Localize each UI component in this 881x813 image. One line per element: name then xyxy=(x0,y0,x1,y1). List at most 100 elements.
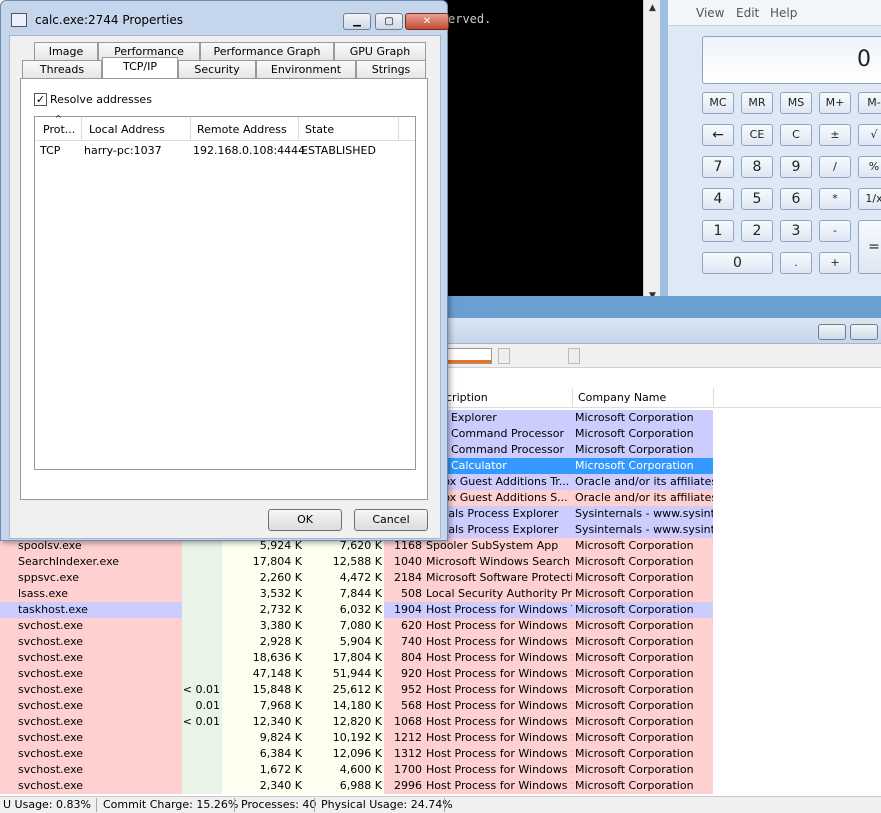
status-bar: U Usage: 0.83% Commit Charge: 15.26% Pro… xyxy=(0,796,881,813)
table-row[interactable]: svchost.exe 9,824 K 10,192 K 1212 Host Proce… xyxy=(0,730,881,746)
calc-key[interactable]: = xyxy=(858,220,881,274)
table-row[interactable]: svchost.exe 1,672 K 4,600 K 1700 Host Proces… xyxy=(0,762,881,778)
tab-gpu-graph[interactable]: GPU Graph xyxy=(334,42,426,60)
table-row[interactable]: svchost.exe 6,384 K 12,096 K 1312 Host Proce… xyxy=(0,746,881,762)
console-scrollbar[interactable]: ▲ ▼ xyxy=(643,0,660,305)
tab-strings[interactable]: Strings xyxy=(356,60,426,78)
table-row[interactable]: svchost.exe 47,148 K 51,944 K 920 Host Proce… xyxy=(0,666,881,682)
resolve-addresses-checkbox[interactable]: ✓ xyxy=(34,93,47,106)
calc-key[interactable]: M- xyxy=(858,92,881,114)
table-row[interactable]: svchost.exe 3,380 K 7,080 K 620 Host Process… xyxy=(0,618,881,634)
minimize-button[interactable] xyxy=(818,324,846,340)
table-row[interactable]: taskhost.exe 2,732 K 6,032 K 1904 Host Proce… xyxy=(0,602,881,618)
working-set-cell: 7,080 K xyxy=(304,618,384,634)
col-description[interactable]: cription xyxy=(446,391,488,404)
calc-key[interactable]: - xyxy=(819,220,851,242)
tab-tcpip[interactable]: TCP/IP xyxy=(102,57,178,78)
tab-environment[interactable]: Environment xyxy=(256,60,356,78)
calc-key[interactable]: MC xyxy=(702,92,734,114)
calc-key[interactable]: 6 xyxy=(780,188,812,210)
calc-key[interactable]: M+ xyxy=(819,92,851,114)
check-icon: ✓ xyxy=(35,93,46,106)
calc-key[interactable]: 5 xyxy=(741,188,773,210)
company-cell: Microsoft Corporation xyxy=(572,538,713,554)
calculator-window[interactable]: View Edit Help 0 MC MR MS M+ M- ← CE C ± √ 7 8 9 /% 4 5… xyxy=(660,0,881,296)
process-name: svchost.exe xyxy=(0,730,182,746)
calc-key[interactable]: C xyxy=(780,124,812,146)
company-cell: Microsoft Corporation xyxy=(572,730,713,746)
pid-cell: 952 xyxy=(384,682,424,698)
display-value: 0 xyxy=(857,47,871,72)
scroll-up-icon[interactable]: ▲ xyxy=(644,0,661,17)
console-window[interactable]: erved. ▲ ▼ xyxy=(440,0,660,305)
tab-image[interactable]: Image xyxy=(34,42,98,60)
tab-performance-graph[interactable]: Performance Graph xyxy=(200,42,334,60)
connections-list[interactable]: Prot... ^ Local Address Remote Address S… xyxy=(34,114,416,470)
cpu-graph[interactable] xyxy=(446,348,492,364)
calc-key[interactable]: / xyxy=(819,156,851,178)
table-row[interactable]: sppsvc.exe 2,260 K 4,472 K 2184 Microsoft So… xyxy=(0,570,881,586)
toolbar-splitter[interactable] xyxy=(498,348,510,364)
table-row[interactable]: svchost.exe 2,340 K 6,988 K 2996 Host Proces… xyxy=(0,778,881,794)
col-protocol[interactable]: Prot... xyxy=(43,123,75,136)
table-row[interactable]: svchost.exe < 0.01 15,848 K 25,612 K 952 Host… xyxy=(0,682,881,698)
calc-key[interactable]: % xyxy=(858,156,881,178)
tab-security[interactable]: Security xyxy=(178,60,256,78)
table-row[interactable]: SearchIndexer.exe 17,804 K 12,588 K 1040 Mic… xyxy=(0,554,881,570)
toolbar-splitter[interactable] xyxy=(568,348,580,364)
status-processes: Processes: 40 xyxy=(241,798,317,811)
calc-key[interactable]: 8 xyxy=(741,156,773,178)
maximize-button[interactable]: ▢ xyxy=(375,13,403,30)
table-row[interactable]: svchost.exe < 0.01 12,340 K 12,820 K 1068 Hos… xyxy=(0,714,881,730)
menu-view[interactable]: View xyxy=(696,6,724,20)
calc-key[interactable]: ± xyxy=(819,124,851,146)
maximize-button[interactable] xyxy=(850,324,878,340)
calc-key[interactable]: √ xyxy=(858,124,881,146)
calc-key[interactable]: ← xyxy=(702,124,734,146)
description-cell: Host Process for Windows T... xyxy=(424,602,572,618)
private-bytes-cell: 18,636 K xyxy=(222,650,304,666)
menu-help[interactable]: Help xyxy=(770,6,797,20)
procexp-column-header: cription Company Name xyxy=(440,388,881,408)
calc-key[interactable]: 7 xyxy=(702,156,734,178)
process-name: lsass.exe xyxy=(0,586,182,602)
calc-key[interactable]: 3 xyxy=(780,220,812,242)
calc-key[interactable]: * xyxy=(819,188,851,210)
minimize-button[interactable]: ▁ xyxy=(343,13,371,30)
menu-edit[interactable]: Edit xyxy=(736,6,759,20)
calc-key[interactable]: 9 xyxy=(780,156,812,178)
calc-key[interactable]: 4 xyxy=(702,188,734,210)
tab-threads[interactable]: Threads xyxy=(22,60,102,78)
table-row[interactable]: svchost.exe 18,636 K 17,804 K 804 Host Proce… xyxy=(0,650,881,666)
working-set-cell: 6,988 K xyxy=(304,778,384,794)
calc-key[interactable]: 0 xyxy=(702,252,773,274)
calc-key[interactable]: 1/x xyxy=(858,188,881,210)
calc-key[interactable]: MR xyxy=(741,92,773,114)
col-local-address[interactable]: Local Address xyxy=(89,123,165,136)
calc-key[interactable]: + xyxy=(819,252,851,274)
description-cell: Microsoft Software Protectio... xyxy=(424,570,572,586)
cancel-button[interactable]: Cancel xyxy=(354,509,428,531)
table-row[interactable]: svchost.exe 2,928 K 5,904 K 740 Host Process… xyxy=(0,634,881,650)
status-cpu: U Usage: 0.83% xyxy=(3,798,91,811)
calc-key[interactable]: . xyxy=(780,252,812,274)
col-state[interactable]: State xyxy=(305,123,334,136)
properties-dialog[interactable]: calc.exe:2744 Properties ▁ ▢ ✕ Image Per… xyxy=(0,0,449,541)
company-cell: Microsoft Corporation xyxy=(572,778,713,794)
close-button[interactable]: ✕ xyxy=(405,13,449,30)
process-name: sppsvc.exe xyxy=(0,570,182,586)
calc-key[interactable]: MS xyxy=(780,92,812,114)
private-bytes-cell: 15,848 K xyxy=(222,682,304,698)
calc-key[interactable]: CE xyxy=(741,124,773,146)
pid-cell: 1904 xyxy=(384,602,424,618)
table-row[interactable]: lsass.exe 3,532 K 7,844 K 508 Local Security… xyxy=(0,586,881,602)
description-cell: Host Process for Windows S... xyxy=(424,714,572,730)
calc-key[interactable]: 2 xyxy=(741,220,773,242)
col-company[interactable]: Company Name xyxy=(578,391,666,404)
working-set-cell: 14,180 K xyxy=(304,698,384,714)
ok-button[interactable]: OK xyxy=(268,509,342,531)
table-row[interactable]: svchost.exe 0.01 7,968 K 14,180 K 568 Host Pr… xyxy=(0,698,881,714)
calc-key[interactable]: 1 xyxy=(702,220,734,242)
company-cell: Microsoft Corporation xyxy=(572,714,713,730)
col-remote-address[interactable]: Remote Address xyxy=(197,123,287,136)
